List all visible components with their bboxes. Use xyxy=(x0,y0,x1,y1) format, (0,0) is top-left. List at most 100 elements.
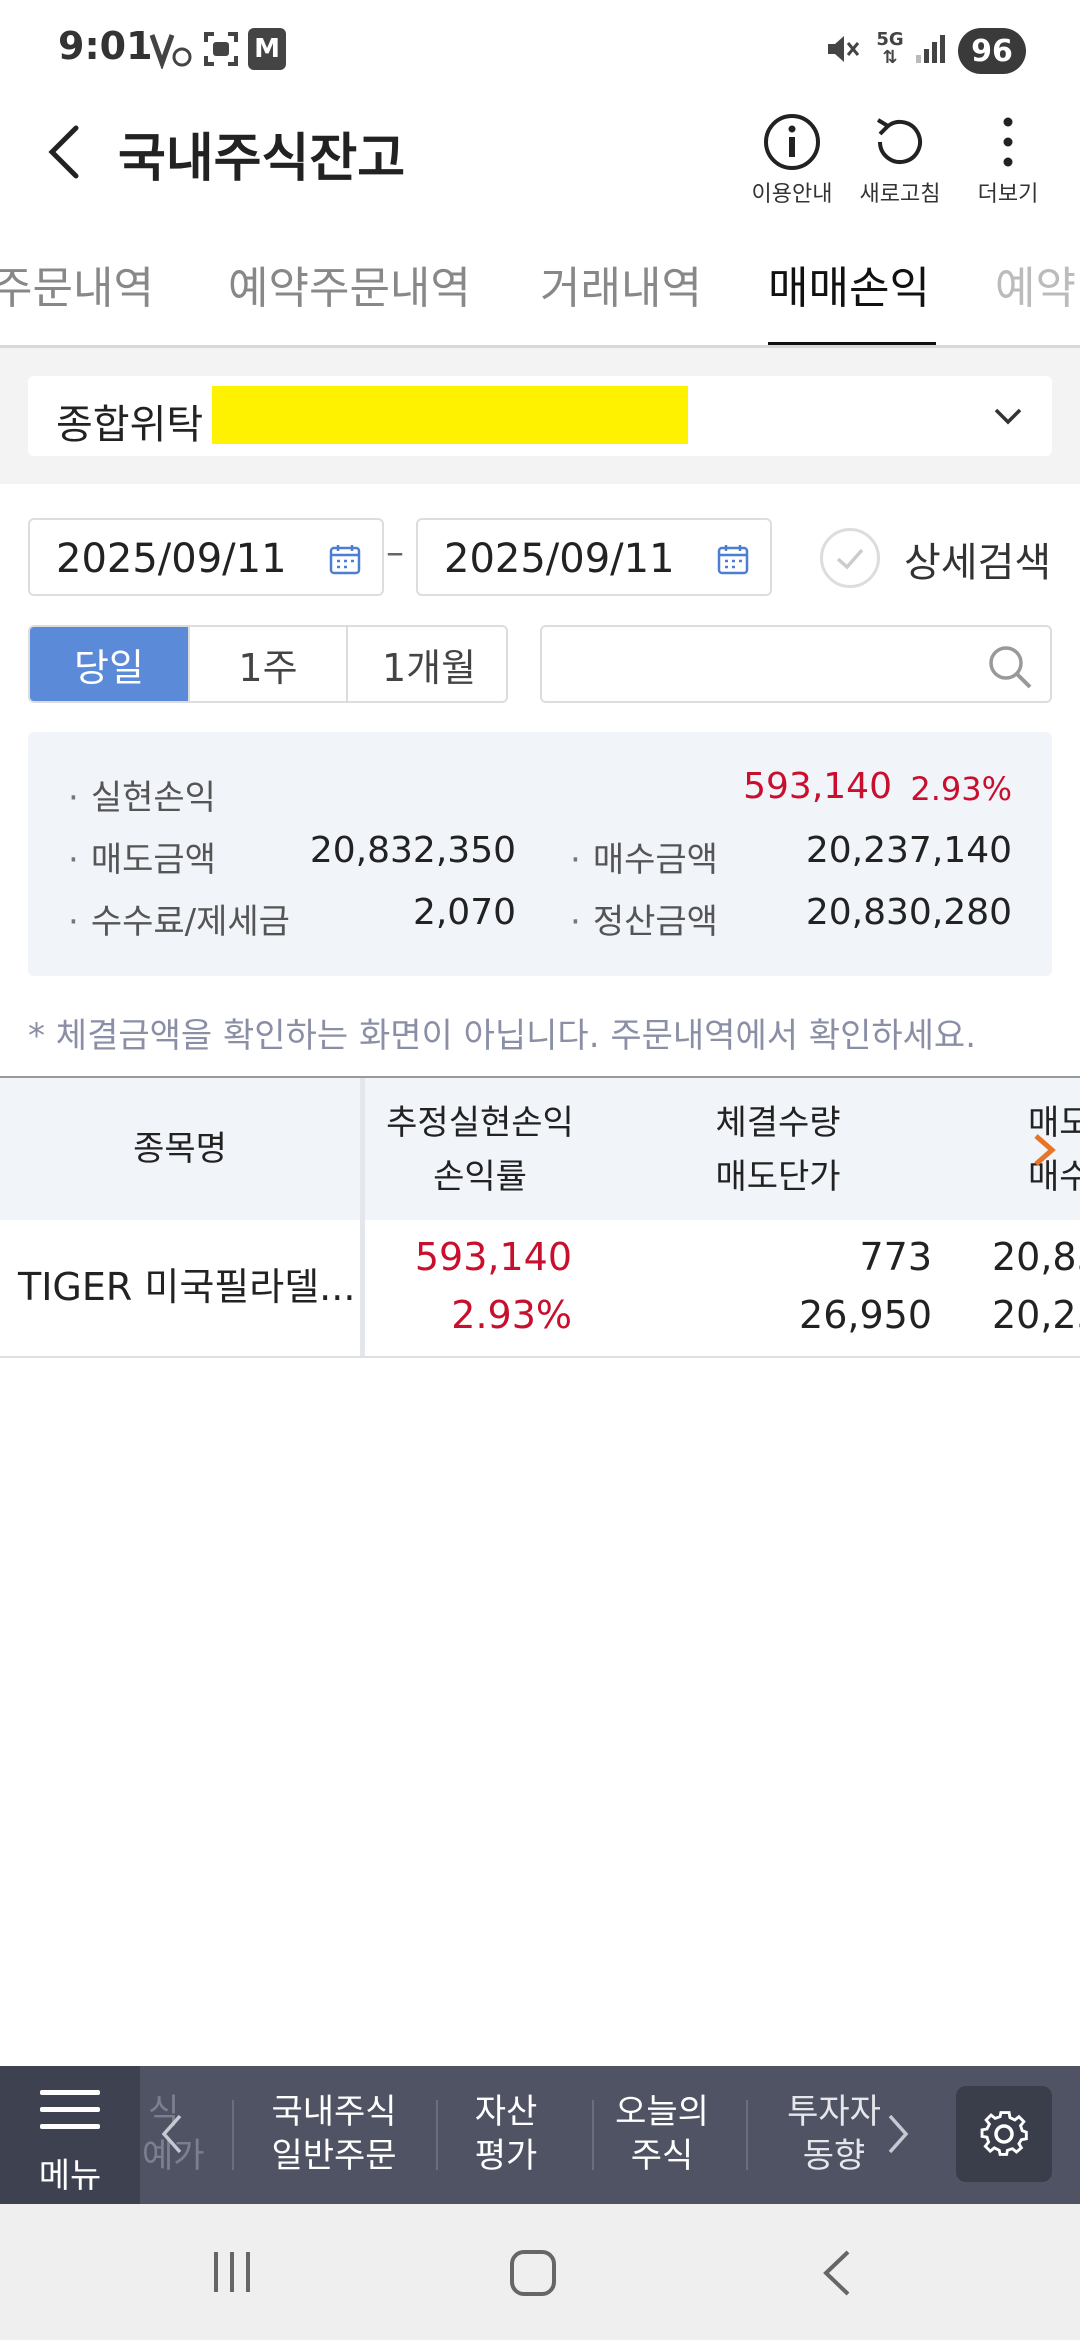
cell-signal-icon xyxy=(912,28,948,70)
col-header-pl: 추정실현손익 xyxy=(386,1103,574,1143)
chevron-down-icon xyxy=(994,408,1022,425)
battery-indicator: 96 xyxy=(958,28,1026,74)
signal-data-icon xyxy=(148,28,192,70)
network-5g-icon: 5G ⇅ xyxy=(876,29,904,68)
screenshot-icon xyxy=(200,28,242,70)
divider xyxy=(436,2100,438,2170)
settlement-label: 정산금액 xyxy=(570,894,718,943)
sell-amount-value: 20,832,350 xyxy=(309,830,516,871)
account-section: 종합위탁 xyxy=(0,348,1080,484)
divider xyxy=(232,2100,234,2170)
pl-summary: 실현손익 593,140 2.93% 매도금액 20,832,350 매수금액 … xyxy=(28,732,1052,976)
detail-search-checkbox[interactable] xyxy=(820,528,880,588)
start-date-field[interactable]: 2025/09/11 xyxy=(28,518,384,596)
col-header-name: 종목명 xyxy=(133,1129,227,1169)
date-separator: – xyxy=(386,532,404,573)
tab-reserved[interactable]: 예약 xyxy=(995,252,1076,316)
system-navigation-bar xyxy=(0,2204,1080,2340)
period-selector: 당일 1주 1개월 xyxy=(28,625,508,703)
hamburger-icon xyxy=(40,2090,100,2141)
stock-search-field[interactable] xyxy=(540,625,1052,703)
account-selector[interactable]: 종합위탁 xyxy=(28,376,1052,456)
chevron-right-icon[interactable] xyxy=(882,2112,912,2156)
fee-tax-value: 2,070 xyxy=(412,892,516,933)
refresh-icon xyxy=(876,118,922,164)
info-button[interactable]: 이용안내 xyxy=(737,112,847,212)
back-button[interactable] xyxy=(40,122,90,182)
back-arrow-icon xyxy=(48,125,79,179)
settings-button[interactable] xyxy=(956,2086,1052,2182)
col-header-sell-price: 매도단가 xyxy=(715,1157,841,1197)
quick-item-line2: 평가 xyxy=(474,2136,538,2176)
quick-item-asset-valuation[interactable]: 자산 평가 xyxy=(458,2090,554,2178)
tab-reserved-order-history[interactable]: 예약주문내역 xyxy=(228,252,471,316)
divider xyxy=(592,2100,594,2170)
stock-search-input[interactable] xyxy=(558,637,958,691)
table-row[interactable]: TIGER 미국필라델... 593,140 2.93% 773 26,950 … xyxy=(0,1220,1080,1356)
chevron-right-icon[interactable] xyxy=(1030,1132,1058,1168)
period-today-button[interactable]: 당일 xyxy=(30,627,190,701)
calendar-icon xyxy=(717,545,749,575)
status-bar: 9:01 M 5G ⇅ 96 xyxy=(0,0,1080,92)
quick-item-todays-stock[interactable]: 오늘의 주식 xyxy=(612,2090,712,2178)
home-icon[interactable] xyxy=(508,2248,558,2298)
start-date-value: 2025/09/11 xyxy=(56,536,287,582)
end-date-field[interactable]: 2025/09/11 xyxy=(416,518,772,596)
quick-item-investor-trend[interactable]: 투자자 동향 xyxy=(782,2090,886,2178)
stock-name: TIGER 미국필라델... xyxy=(18,1265,356,1309)
buy-amount-label: 매수금액 xyxy=(570,832,718,881)
mute-icon xyxy=(822,28,862,70)
stock-sell-amt: 20,83 xyxy=(992,1235,1080,1279)
sell-amount-label: 매도금액 xyxy=(68,832,216,881)
account-number-redacted xyxy=(212,386,688,444)
end-date-value: 2025/09/11 xyxy=(444,536,675,582)
stock-sell-price: 26,950 xyxy=(799,1293,932,1337)
tab-trading-pl[interactable]: 매매손익 xyxy=(768,252,930,316)
account-type: 종합위탁 xyxy=(56,402,204,448)
quick-item-line1: 투자자 xyxy=(787,2092,881,2132)
chevron-left-icon[interactable] xyxy=(158,2112,188,2156)
realized-pl-value: 593,140 xyxy=(743,766,892,807)
stock-buy-amt: 20,23 xyxy=(992,1293,1080,1337)
quick-item-line2: 주식 xyxy=(630,2136,694,2176)
quick-item-line2: 일반주문 xyxy=(271,2136,397,2176)
detail-search-label[interactable]: 상세검색 xyxy=(904,530,1051,588)
tab-transaction-history[interactable]: 거래내역 xyxy=(540,252,702,316)
realized-pl-label: 실현손익 xyxy=(68,770,216,819)
stock-pl: 593,140 xyxy=(414,1235,572,1279)
status-time: 9:01 xyxy=(58,24,153,68)
quick-item-line1: 자산 xyxy=(474,2092,538,2132)
menu-label: 메뉴 xyxy=(38,2156,102,2196)
search-icon[interactable] xyxy=(986,643,1034,691)
menu-button[interactable]: 메뉴 xyxy=(0,2066,140,2204)
gear-icon xyxy=(980,2111,1028,2156)
system-back-icon[interactable] xyxy=(818,2248,858,2298)
quick-item-line2: 동향 xyxy=(802,2136,866,2176)
period-1week-button[interactable]: 1주 xyxy=(190,627,348,701)
calendar-icon xyxy=(329,545,361,575)
tab-bar: 주문내역 예약주문내역 거래내역 매매손익 예약 xyxy=(0,212,1080,348)
divider xyxy=(746,2100,748,2170)
app-header: 국내주식잔고 이용안내 새로고침 더보기 xyxy=(0,92,1080,212)
tab-order-history[interactable]: 주문내역 xyxy=(0,252,154,316)
recent-apps-icon[interactable] xyxy=(208,2250,256,2294)
info-button-label: 이용안내 xyxy=(751,182,833,207)
quick-item-line1: 오늘의 xyxy=(615,2092,709,2132)
settlement-value: 20,830,280 xyxy=(805,892,1012,933)
col-header-pl-rate: 손익률 xyxy=(433,1157,527,1197)
stock-pl-rate: 2.93% xyxy=(451,1293,572,1337)
period-1month-button[interactable]: 1개월 xyxy=(348,627,506,701)
more-button[interactable]: 더보기 xyxy=(953,112,1063,212)
quick-item-line1: 국내주식 xyxy=(271,2092,397,2132)
notice-text: * 체결금액을 확인하는 화면이 아닙니다. 주문내역에서 확인하세요. xyxy=(28,1016,977,1056)
stock-qty: 773 xyxy=(859,1235,932,1279)
more-button-label: 더보기 xyxy=(977,182,1039,207)
fee-tax-label: 수수료/제세금 xyxy=(68,894,290,943)
buy-amount-value: 20,237,140 xyxy=(805,830,1012,871)
quick-menu-bar: 식 예가 메뉴 국내주식 일반주문 자산 평가 오늘의 주식 투자자 동향 xyxy=(0,2066,1080,2204)
pl-table: 종목명 추정실현손익 손익률 체결수량 매도단가 매도 매수 TIGER 미국필… xyxy=(0,1076,1080,1358)
info-icon xyxy=(764,114,820,170)
refresh-button[interactable]: 새로고침 xyxy=(845,112,955,212)
realized-pl-rate: 2.93% xyxy=(910,770,1012,808)
quick-item-domestic-order[interactable]: 국내주식 일반주문 xyxy=(262,2090,406,2178)
